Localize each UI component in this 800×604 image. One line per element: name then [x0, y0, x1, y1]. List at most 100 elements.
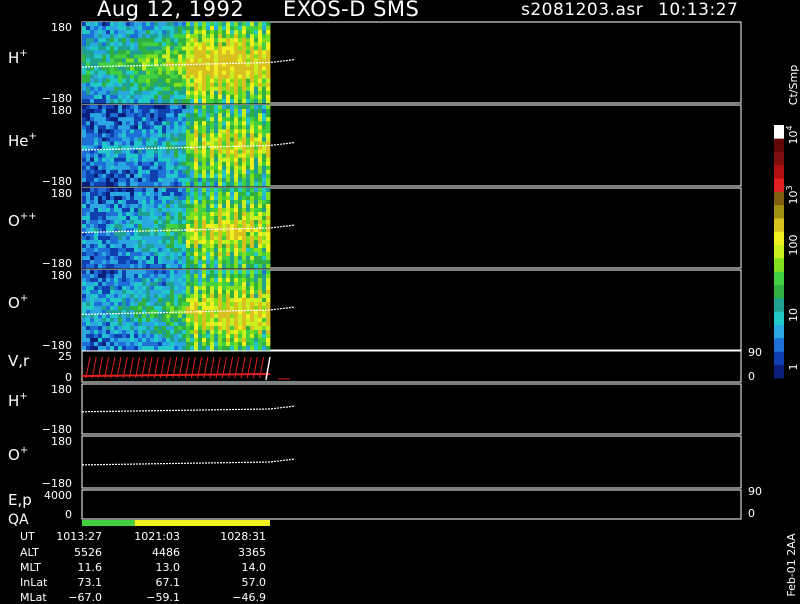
heatmap-cell	[162, 105, 167, 110]
heatmap-cell	[210, 26, 215, 31]
heatmap-cell	[122, 200, 127, 205]
heatmap-cell	[182, 270, 187, 275]
heatmap-cell	[118, 302, 123, 307]
heatmap-cell	[254, 294, 259, 299]
heatmap-cell	[234, 86, 239, 92]
heatmap-cell	[102, 264, 107, 269]
heatmap-cell	[222, 109, 227, 114]
heatmap-cell	[178, 99, 183, 104]
heatmap-cell	[94, 216, 99, 221]
heatmap-cell	[122, 165, 127, 171]
heatmap-cell	[118, 338, 123, 343]
heatmap-cell	[90, 34, 95, 39]
heatmap-cell	[106, 129, 111, 134]
heatmap-cell	[158, 278, 163, 283]
heatmap-cell	[130, 338, 135, 343]
heatmap-cell	[170, 99, 175, 104]
heatmap-cell	[162, 278, 167, 283]
heatmap-cell	[106, 94, 111, 100]
heatmap-cell	[190, 306, 195, 311]
heatmap-cell	[214, 252, 219, 257]
heatmap-cell	[262, 302, 267, 307]
heatmap-cell	[134, 208, 139, 213]
heatmap-cell	[254, 274, 259, 279]
heatmap-cell	[102, 204, 107, 209]
heatmap-cell	[114, 42, 119, 47]
heatmap-cell	[202, 294, 207, 299]
heatmap-cell	[162, 286, 167, 291]
heatmap-cell	[130, 236, 135, 241]
heatmap-cell	[118, 94, 123, 100]
heatmap-cell	[118, 260, 123, 265]
heatmap-cell	[222, 318, 227, 323]
heatmap-cell	[210, 177, 215, 183]
heatmap-cell	[178, 54, 183, 59]
panel-label: H+	[8, 391, 28, 410]
heatmap-cell	[210, 208, 215, 213]
heatmap-cell	[166, 274, 171, 279]
heatmap-cell	[178, 74, 183, 80]
heatmap-cell	[162, 302, 167, 307]
heatmap-cell	[82, 157, 87, 163]
heatmap-cell	[202, 157, 207, 163]
heatmap-cell	[106, 196, 111, 201]
heatmap-cell	[166, 125, 171, 130]
heatmap-cell	[118, 196, 123, 201]
heatmap-cell	[150, 252, 155, 257]
heatmap-cell	[138, 188, 143, 193]
heatmap-cell	[222, 26, 227, 31]
heatmap-cell	[238, 326, 243, 331]
heatmap-cell	[102, 196, 107, 201]
heatmap-cell	[242, 326, 247, 331]
heatmap-cell	[226, 38, 231, 43]
heatmap-cell	[254, 270, 259, 275]
heatmap-cell	[110, 224, 115, 229]
heatmap-cell	[182, 204, 187, 209]
heatmap-cell	[226, 200, 231, 205]
heatmap-cell	[90, 74, 95, 80]
heatmap-cell	[258, 34, 263, 39]
heatmap-cell	[122, 274, 127, 279]
heatmap-cell	[162, 220, 167, 225]
heatmap-cell	[242, 216, 247, 221]
heatmap-cell	[222, 157, 227, 163]
heatmap-cell	[166, 264, 171, 269]
heatmap-cell	[210, 90, 215, 96]
heatmap-cell	[210, 46, 215, 51]
heatmap-cell	[90, 216, 95, 221]
heatmap-cell	[98, 109, 103, 114]
heatmap-cell	[226, 173, 231, 179]
heatmap-cell	[130, 306, 135, 311]
heatmap-cell	[134, 117, 139, 122]
heatmap-cell	[150, 58, 155, 63]
heatmap-cell	[246, 326, 251, 331]
y-tick-label: 0	[65, 508, 72, 521]
heatmap-cell	[142, 30, 147, 35]
heatmap-cell	[210, 244, 215, 249]
heatmap-cell	[170, 274, 175, 279]
heatmap-cell	[138, 334, 143, 339]
heatmap-cell	[170, 157, 175, 163]
heatmap-cell	[182, 244, 187, 249]
heatmap-cell	[150, 105, 155, 110]
heatmap-cell	[206, 318, 211, 323]
heatmap-cell	[218, 161, 223, 167]
heatmap-cell	[86, 318, 91, 323]
heatmap-cell	[102, 46, 107, 51]
heatmap-cell	[154, 66, 159, 71]
heatmap-cell	[170, 42, 175, 47]
heatmap-cell	[98, 177, 103, 183]
heatmap-cell	[166, 22, 171, 27]
heatmap-cell	[94, 125, 99, 130]
heatmap-cell	[202, 208, 207, 213]
heatmap-cell	[186, 326, 191, 331]
heatmap-cell	[106, 326, 111, 331]
heatmap-cell	[198, 113, 203, 118]
y-tick-label: 25	[58, 350, 72, 363]
heatmap-cell	[82, 220, 87, 225]
heatmap-cell	[90, 181, 95, 187]
heatmap-cell	[234, 286, 239, 291]
heatmap-cell	[150, 109, 155, 114]
heatmap-cell	[214, 161, 219, 167]
heatmap-cell	[226, 105, 231, 110]
